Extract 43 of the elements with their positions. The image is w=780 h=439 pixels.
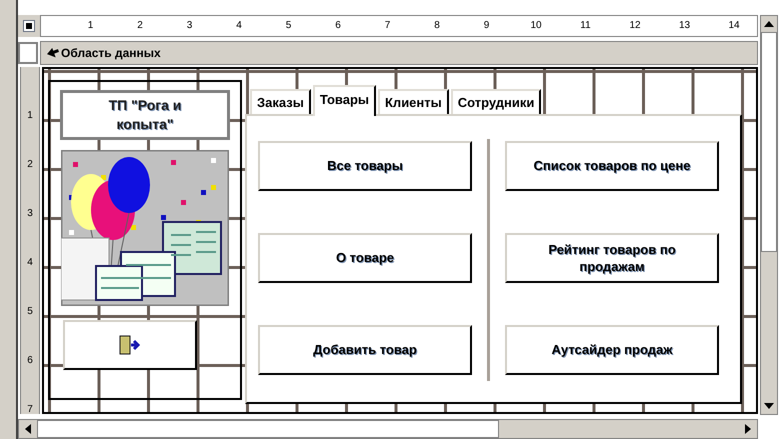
tab[interactable]: Сотрудники (450, 88, 542, 114)
form-button[interactable]: Список товаров по цене (505, 140, 719, 191)
ruler-number: 7 (27, 404, 33, 415)
horizontal-scrollbar[interactable] (18, 419, 758, 439)
select-all-square-icon[interactable] (24, 20, 34, 31)
ruler-number: 11 (580, 20, 591, 31)
ruler-number: 6 (27, 356, 33, 366)
section-header-bar[interactable]: Область данных (40, 41, 758, 66)
tab[interactable]: Заказы (250, 88, 311, 114)
ruler-number: 12 (629, 20, 641, 31)
ruler-number: 5 (286, 20, 292, 31)
tab[interactable]: Товары (312, 84, 376, 116)
ruler-number: 6 (335, 20, 341, 31)
ruler-number: 4 (27, 258, 33, 268)
tab[interactable]: Клиенты (378, 88, 449, 114)
ruler-number: 5 (27, 306, 33, 317)
ruler-number: 3 (186, 20, 192, 31)
ruler-number: 8 (434, 20, 440, 31)
down-arrow-icon (47, 48, 59, 58)
form-button[interactable]: Все товары (258, 140, 472, 191)
title-label[interactable]: ТП "Рога и копыта" (60, 90, 230, 140)
ruler-number: 14 (728, 20, 740, 31)
form-button[interactable]: Рейтинг товаров по продажам (505, 232, 719, 283)
exit-door-icon (119, 334, 141, 355)
form-button[interactable]: Добавить товар (258, 324, 472, 375)
ruler-number: 10 (530, 20, 542, 31)
exit-button[interactable] (63, 320, 197, 370)
ruler-number: 3 (27, 208, 33, 219)
ruler-number: 2 (27, 160, 33, 170)
ruler-number: 1 (27, 110, 33, 121)
vertical-scrollbar[interactable] (760, 15, 778, 415)
ruler-number: 1 (88, 20, 94, 31)
section-selector[interactable] (18, 42, 38, 64)
section-title: Область данных (61, 45, 161, 62)
scrollbar-thumb[interactable] (37, 420, 499, 438)
ruler-number: 7 (384, 20, 390, 31)
ruler-number: 9 (484, 20, 490, 31)
form-button[interactable]: О товаре (258, 232, 472, 283)
ruler-number: 4 (236, 20, 242, 31)
form-button[interactable]: Аутсайдер продаж (505, 324, 719, 375)
ruler-number: 2 (137, 20, 143, 31)
ruler-number: 13 (678, 20, 690, 31)
scrollbar-thumb[interactable] (761, 32, 777, 252)
